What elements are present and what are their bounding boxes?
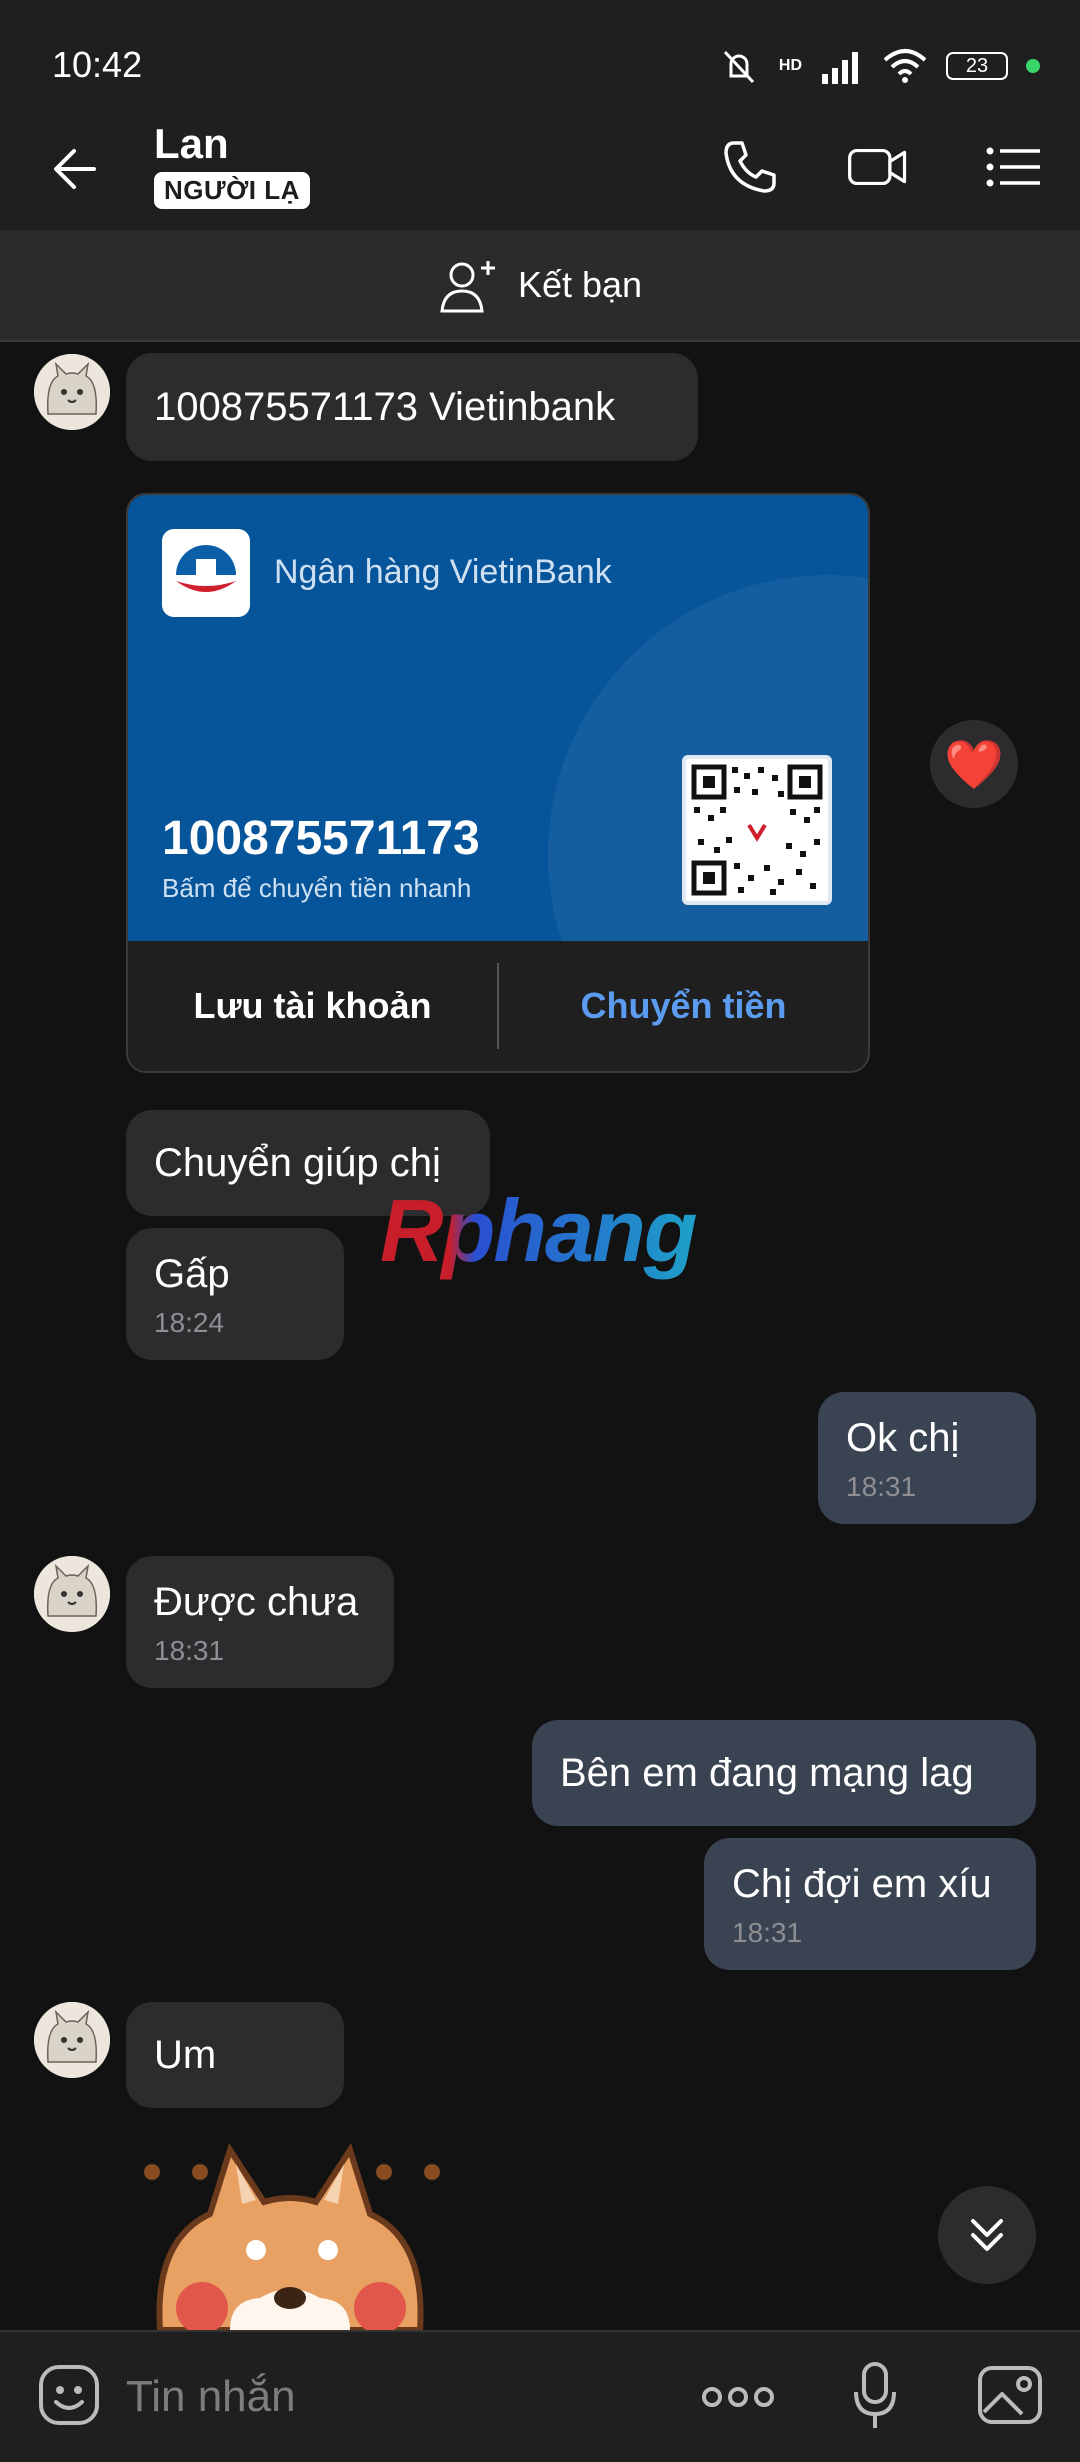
- bank-account-card[interactable]: Ngân hàng VietinBank 100875571173 Bấm để…: [126, 493, 870, 1073]
- menu-list-icon[interactable]: [982, 135, 1046, 199]
- add-friend-label: Kết bạn: [517, 264, 643, 305]
- signal-icon: [822, 52, 858, 84]
- avatar[interactable]: [34, 354, 110, 430]
- message-time: 18:31: [732, 1917, 803, 1948]
- avatar[interactable]: [34, 2002, 110, 2078]
- message-text: Ok chị: [846, 1416, 960, 1460]
- transfer-money-button[interactable]: Chuyển tiền: [499, 941, 868, 1071]
- scroll-to-bottom-button[interactable]: [938, 2186, 1036, 2284]
- image-gallery-icon[interactable]: [976, 2362, 1044, 2428]
- microphone-icon[interactable]: [852, 2360, 898, 2432]
- message-text: Được chưa: [154, 1580, 359, 1624]
- mute-vibrate-icon: [723, 50, 754, 84]
- message-bubble[interactable]: Được chưa 18:31: [126, 1556, 394, 1688]
- status-time: 10:42: [52, 44, 143, 85]
- contact-name[interactable]: Lan: [154, 120, 229, 168]
- message-text: Chuyển giúp chị: [154, 1140, 441, 1185]
- message-time: 18:31: [846, 1471, 917, 1502]
- message-bubble[interactable]: 100875571173 Vietinbank: [126, 353, 698, 461]
- dog-sticker-icon[interactable]: [130, 2130, 450, 2330]
- bank-name: Ngân hàng VietinBank: [274, 553, 612, 591]
- add-friend-button[interactable]: Kết bạn: [0, 230, 1080, 340]
- sticker-emoji-icon[interactable]: [36, 2362, 102, 2428]
- message-text: Um: [154, 2032, 217, 2077]
- hd-label: HD: [778, 57, 802, 74]
- double-chevron-down-icon: [971, 2219, 1003, 2251]
- watermark: Rphang: [380, 1180, 698, 1282]
- battery-icon: 23: [946, 52, 1008, 80]
- message-bubble[interactable]: Um: [126, 2002, 344, 2108]
- message-bubble-outgoing[interactable]: Ok chị 18:31: [818, 1392, 1036, 1524]
- message-text: Chị đợi em xíu: [732, 1862, 992, 1906]
- message-text: Gấp: [154, 1252, 230, 1296]
- vietinbank-logo-icon: [162, 529, 250, 617]
- status-icons: HD 23: [717, 46, 1040, 86]
- message-time: 18:31: [154, 1635, 225, 1666]
- save-account-button[interactable]: Lưu tài khoản: [128, 941, 497, 1071]
- phone-call-icon[interactable]: [718, 135, 782, 199]
- card-actions: Lưu tài khoản Chuyển tiền: [128, 941, 868, 1071]
- video-call-icon[interactable]: [846, 135, 910, 199]
- quick-transfer-hint: Bấm để chuyển tiền nhanh: [162, 873, 472, 903]
- account-number: 100875571173: [162, 812, 480, 865]
- cat-avatar-icon: [34, 354, 110, 430]
- message-input[interactable]: Tin nhắn: [126, 2372, 296, 2422]
- add-friend-icon: [440, 261, 495, 313]
- wifi-icon: [883, 49, 927, 83]
- watermark-text: Rphang: [380, 1181, 698, 1280]
- qr-code-icon[interactable]: [682, 755, 832, 905]
- message-bubble[interactable]: Gấp 18:24: [126, 1228, 344, 1360]
- heart-reaction-icon[interactable]: ❤️: [930, 720, 1018, 808]
- message-bubble-outgoing[interactable]: Chị đợi em xíu 18:31: [704, 1838, 1036, 1970]
- battery-level: 23: [965, 54, 989, 77]
- stranger-badge: NGƯỜI LẠ: [154, 172, 310, 209]
- bank-card-banner[interactable]: Ngân hàng VietinBank 100875571173 Bấm để…: [128, 495, 868, 941]
- cat-avatar-icon: [34, 2002, 110, 2078]
- more-options-icon[interactable]: [700, 2372, 776, 2422]
- message-text: Bên em đang mạng lag: [560, 1750, 974, 1795]
- message-time: 18:24: [154, 1307, 225, 1338]
- avatar[interactable]: [34, 1556, 110, 1632]
- message-text: 100875571173 Vietinbank: [154, 384, 616, 429]
- status-dot-icon: [1026, 59, 1040, 73]
- message-bubble-outgoing[interactable]: Bên em đang mạng lag: [532, 1720, 1036, 1826]
- back-arrow-icon[interactable]: [44, 137, 108, 201]
- cat-avatar-icon: [34, 1556, 110, 1632]
